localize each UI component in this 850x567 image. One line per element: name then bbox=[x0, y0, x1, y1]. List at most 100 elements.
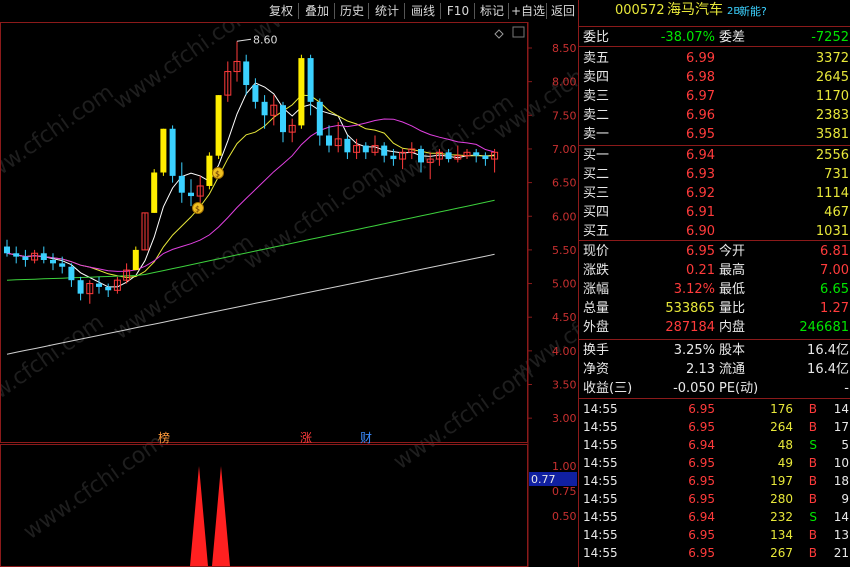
price-tick-label: 6.50 bbox=[552, 177, 577, 190]
toolbar-separator bbox=[508, 3, 509, 19]
tick-volume: 280 bbox=[770, 492, 793, 506]
bid-level-price: 6.93 bbox=[686, 167, 715, 182]
divider bbox=[579, 26, 850, 27]
finance-label: 净资 bbox=[583, 362, 610, 377]
tick-volume: 176 bbox=[770, 402, 793, 416]
toolbar-separator bbox=[440, 3, 441, 19]
tick-price: 6.95 bbox=[688, 402, 715, 416]
tick-price: 6.95 bbox=[688, 492, 715, 506]
candle-body-limit-up bbox=[151, 172, 158, 213]
weicha-value: -7252 bbox=[811, 30, 849, 45]
candle-body-down bbox=[307, 58, 314, 102]
diamond-icon[interactable] bbox=[494, 29, 504, 39]
candle-body-down bbox=[381, 145, 388, 156]
chart-toolbar: 复权 叠加 历史 统计 画线 F10 标记 +自选 返回 bbox=[0, 0, 578, 22]
toolbar-button-6[interactable]: 标记 bbox=[476, 1, 508, 21]
finance-label: 换手 bbox=[583, 343, 610, 358]
sub-tick-label: 0.50 bbox=[552, 510, 577, 523]
bid-level-volume: 731 bbox=[824, 167, 849, 182]
tick-time: 14:55 bbox=[583, 492, 618, 506]
divider bbox=[579, 240, 850, 241]
quote-value: 0.21 bbox=[686, 263, 715, 278]
toolbar-separator bbox=[474, 3, 475, 19]
price-tick-label: 5.00 bbox=[552, 278, 577, 291]
tick-time: 14:55 bbox=[583, 528, 618, 542]
event-marker[interactable]: 榜 bbox=[158, 430, 170, 445]
finance-value: - bbox=[844, 381, 849, 396]
kline-chart[interactable]: www.cfchi.comwww.cfchi.comwww.cfchi.comw… bbox=[0, 22, 578, 567]
tick-side: S bbox=[809, 438, 817, 452]
quote-panel: 000572 海马汽车 2B 新能? 委比 -38.07% 委差 -7252 卖… bbox=[578, 0, 850, 567]
tick-count: 21 bbox=[833, 546, 849, 560]
quote-label: 总量 bbox=[583, 301, 610, 316]
indicator-subchart: 1.00 0.75 0.50 0.77 bbox=[190, 460, 577, 566]
candle-body-down bbox=[105, 286, 112, 291]
money-bag-icon[interactable]: $ bbox=[192, 202, 204, 214]
finance-value: 3.25% bbox=[673, 343, 715, 358]
candle-body-down bbox=[261, 101, 268, 116]
tick-count: 14 bbox=[833, 510, 849, 524]
price-tick-label: 8.00 bbox=[552, 76, 577, 89]
bid-level-price: 6.90 bbox=[686, 224, 715, 239]
toolbar-button-4[interactable]: 画线 bbox=[406, 1, 440, 21]
bid-level-price: 6.91 bbox=[686, 205, 715, 220]
ask-level-volume: 2645 bbox=[815, 70, 849, 85]
finance-label: PE(动) bbox=[719, 381, 759, 396]
bid-level-price: 6.92 bbox=[686, 186, 715, 201]
ask-level-price: 6.96 bbox=[686, 108, 715, 123]
event-marker[interactable]: 财 bbox=[360, 431, 372, 445]
toolbar-separator bbox=[298, 3, 299, 19]
tick-side: B bbox=[808, 420, 817, 434]
event-marker[interactable]: 涨 bbox=[300, 430, 312, 445]
toolbar-button-7[interactable]: +自选 bbox=[510, 1, 546, 21]
money-bag-icon[interactable]: $ bbox=[212, 167, 224, 179]
toolbar-button-8[interactable]: 返回 bbox=[548, 1, 578, 21]
candle-body-down bbox=[362, 145, 369, 153]
chart-settings-icon[interactable] bbox=[512, 26, 525, 38]
tick-volume: 49 bbox=[777, 456, 793, 470]
ask-level-volume: 3372 bbox=[815, 51, 849, 66]
candle-body-down bbox=[482, 155, 489, 160]
quote-value: 6.65 bbox=[820, 282, 849, 297]
candle-body-limit-up bbox=[215, 95, 222, 156]
candle-body-down bbox=[40, 253, 47, 260]
toolbar-button-2[interactable]: 历史 bbox=[336, 1, 368, 21]
tick-volume: 232 bbox=[770, 510, 793, 524]
candle-body-down bbox=[473, 152, 480, 156]
bid-level-label: 买五 bbox=[583, 224, 610, 239]
toolbar-button-0[interactable]: 复权 bbox=[264, 1, 298, 21]
tick-count: 18 bbox=[833, 474, 849, 488]
bid-level-label: 买四 bbox=[583, 205, 610, 220]
toolbar-button-5[interactable]: F10 bbox=[442, 1, 474, 21]
weibi-value: -38.07% bbox=[660, 30, 715, 45]
stock-header[interactable]: 000572 海马汽车 2B 新能? bbox=[579, 2, 850, 20]
ask-level-price: 6.95 bbox=[686, 127, 715, 142]
candle-body-down bbox=[418, 148, 424, 163]
watermark-text: www.cfchi.com bbox=[109, 22, 258, 115]
tick-count: 14 bbox=[833, 402, 849, 416]
ask-level-price: 6.98 bbox=[686, 70, 715, 85]
tick-time: 14:55 bbox=[583, 438, 618, 452]
toolbar-separator bbox=[334, 3, 335, 19]
ask-level-price: 6.97 bbox=[686, 89, 715, 104]
weicha-label: 委差 bbox=[719, 30, 746, 45]
tick-price: 6.95 bbox=[688, 456, 715, 470]
ask-level-label: 卖五 bbox=[583, 51, 610, 66]
candle-body-down bbox=[22, 256, 29, 260]
tick-time: 14:55 bbox=[583, 510, 618, 524]
watermark-text: www.cfchi.com bbox=[109, 230, 258, 345]
price-tick-label: 7.00 bbox=[552, 143, 577, 156]
tick-price: 6.95 bbox=[688, 420, 715, 434]
tick-count: 17 bbox=[833, 420, 849, 434]
tick-count: 13 bbox=[833, 528, 849, 542]
toolbar-button-1[interactable]: 叠加 bbox=[300, 1, 334, 21]
price-tick-label: 8.50 bbox=[552, 42, 577, 55]
toolbar-button-3[interactable]: 统计 bbox=[370, 1, 404, 21]
finance-label: 流通 bbox=[719, 362, 746, 377]
stock-name: 海马汽车 bbox=[667, 2, 723, 18]
tick-time: 14:55 bbox=[583, 402, 618, 416]
ask-level-volume: 1170 bbox=[815, 89, 849, 104]
quote-value: 3.12% bbox=[673, 282, 715, 297]
price-tick-label: 3.00 bbox=[552, 412, 577, 425]
tick-side: B bbox=[808, 402, 817, 416]
